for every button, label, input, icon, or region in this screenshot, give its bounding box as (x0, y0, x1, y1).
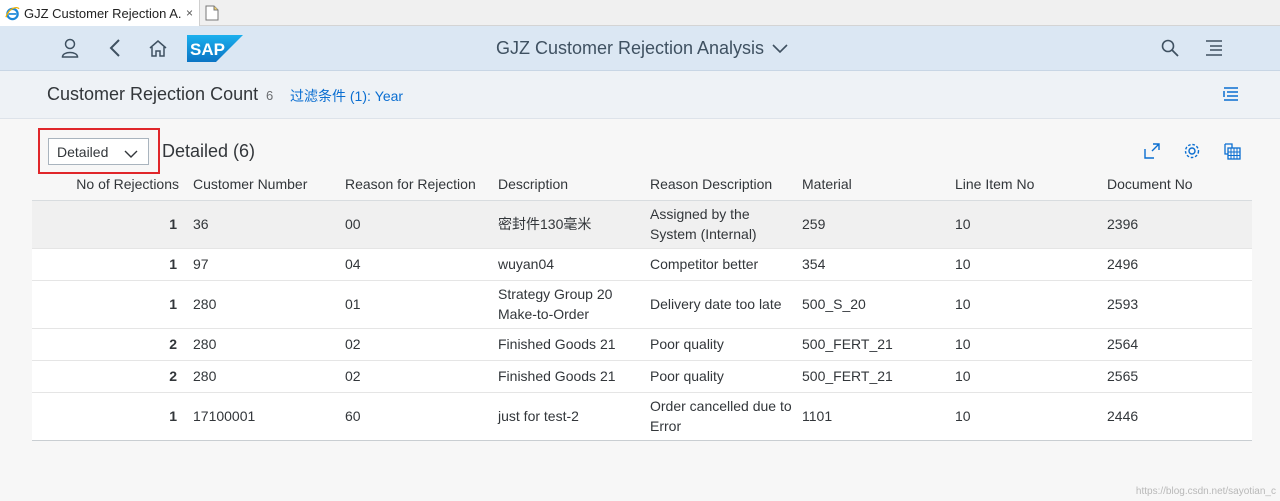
column-header[interactable]: Reason for Rejection (337, 168, 490, 201)
cell-customer-number: 280 (185, 328, 337, 361)
result-count: 6 (266, 88, 274, 103)
table-row[interactable]: 1 17100001 60 just for test-2 Order canc… (32, 392, 1252, 441)
chevron-down-icon (772, 38, 788, 59)
browser-tab-title: GJZ Customer Rejection A... (24, 5, 182, 21)
user-icon[interactable] (56, 34, 84, 62)
cell-document-no: 2396 (1099, 200, 1252, 249)
cell-line-item-no: 10 (947, 328, 1099, 361)
cell-line-item-no: 10 (947, 360, 1099, 393)
column-header[interactable]: Description (490, 168, 642, 201)
column-header[interactable]: Material (794, 168, 947, 201)
cell-reason-description: Poor quality (642, 328, 794, 361)
cell-document-no: 2446 (1099, 392, 1252, 441)
cell-document-no: 2496 (1099, 248, 1252, 281)
cell-reason-for-rejection: 01 (337, 280, 490, 329)
shell-header: SAP GJZ Customer Rejection Analysis (0, 26, 1280, 71)
watermark: https://blog.csdn.net/sayotian_c (1135, 486, 1276, 497)
cell-no-of-rejections: 1 (32, 280, 185, 329)
table-row[interactable]: 1 280 01 Strategy Group 20 Make-to-Order… (32, 280, 1252, 329)
view-variant-value: Detailed (57, 143, 109, 160)
page-subheader: Customer Rejection Count 6 过滤条件 (1): Yea… (0, 71, 1280, 119)
cell-description: Finished Goods 21 (490, 328, 642, 361)
cell-description: Strategy Group 20 Make-to-Order (490, 280, 642, 329)
cell-customer-number: 97 (185, 248, 337, 281)
view-variant-select[interactable]: Detailed (48, 138, 149, 165)
ie-icon (4, 5, 20, 21)
app-title: GJZ Customer Rejection Analysis (495, 38, 765, 58)
cell-reason-description: Assigned by the System (Internal) (642, 200, 794, 249)
cell-material: 1101 (794, 392, 947, 441)
column-header[interactable]: No of Rejections (32, 168, 185, 201)
cell-reason-description: Poor quality (642, 360, 794, 393)
cell-description: just for test-2 (490, 392, 642, 441)
browser-tab-strip: GJZ Customer Rejection A... × (0, 0, 1280, 26)
cell-document-no: 2565 (1099, 360, 1252, 393)
cell-material: 354 (794, 248, 947, 281)
notifications-menu-icon[interactable] (1200, 34, 1228, 62)
filter-summary-link[interactable]: 过滤条件 (1): Year (290, 86, 403, 106)
cell-customer-number: 36 (185, 200, 337, 249)
cell-no-of-rejections: 1 (32, 200, 185, 249)
rejection-table: No of Rejections Customer Number Reason … (32, 168, 1252, 441)
filter-bar-toggle-icon[interactable] (1222, 85, 1244, 107)
home-icon[interactable] (144, 34, 172, 62)
cell-reason-description: Competitor better (642, 248, 794, 281)
close-tab-icon[interactable]: × (186, 6, 193, 20)
cell-reason-for-rejection: 02 (337, 328, 490, 361)
cell-line-item-no: 10 (947, 280, 1099, 329)
cell-no-of-rejections: 1 (32, 392, 185, 441)
table-row[interactable]: 2 280 02 Finished Goods 21 Poor quality … (32, 328, 1252, 361)
svg-text:SAP: SAP (190, 40, 225, 59)
new-tab-icon[interactable] (202, 2, 222, 24)
cell-description: Finished Goods 21 (490, 360, 642, 393)
page-title: Customer Rejection Count (47, 84, 259, 104)
cell-no-of-rejections: 2 (32, 360, 185, 393)
table-header-row: No of Rejections Customer Number Reason … (32, 168, 1252, 201)
cell-description: wuyan04 (490, 248, 642, 281)
cell-material: 259 (794, 200, 947, 249)
sap-logo[interactable]: SAP (187, 35, 243, 62)
browser-tab[interactable]: GJZ Customer Rejection A... × (0, 0, 200, 26)
back-icon[interactable] (101, 34, 129, 62)
cell-material: 500_FERT_21 (794, 360, 947, 393)
cell-reason-description: Delivery date too late (642, 280, 794, 329)
cell-document-no: 2564 (1099, 328, 1252, 361)
cell-customer-number: 280 (185, 360, 337, 393)
cell-material: 500_S_20 (794, 280, 947, 329)
app-title-menu[interactable]: GJZ Customer Rejection Analysis (496, 38, 788, 59)
cell-description: 密封件130毫米 (490, 200, 642, 249)
report-content: Detailed Detailed (6) No of Rejections C… (32, 128, 1252, 443)
table-row[interactable]: 1 36 00 密封件130毫米 Assigned by the System … (32, 200, 1252, 249)
search-icon[interactable] (1156, 34, 1184, 62)
fullscreen-icon[interactable] (1141, 140, 1163, 162)
cell-line-item-no: 10 (947, 200, 1099, 249)
cell-material: 500_FERT_21 (794, 328, 947, 361)
cell-reason-for-rejection: 60 (337, 392, 490, 441)
column-header[interactable]: Line Item No (947, 168, 1099, 201)
column-header[interactable]: Document No (1099, 168, 1252, 201)
cell-line-item-no: 10 (947, 392, 1099, 441)
column-header[interactable]: Reason Description (642, 168, 794, 201)
cell-customer-number: 280 (185, 280, 337, 329)
chevron-down-icon (124, 146, 138, 162)
table-title: Detailed (6) (162, 141, 256, 161)
cell-line-item-no: 10 (947, 248, 1099, 281)
cell-customer-number: 17100001 (185, 392, 337, 441)
cell-reason-for-rejection: 00 (337, 200, 490, 249)
cell-no-of-rejections: 2 (32, 328, 185, 361)
cell-reason-for-rejection: 02 (337, 360, 490, 393)
column-header[interactable]: Customer Number (185, 168, 337, 201)
cell-no-of-rejections: 1 (32, 248, 185, 281)
export-icon[interactable] (1221, 140, 1243, 162)
cell-reason-for-rejection: 04 (337, 248, 490, 281)
settings-gear-icon[interactable] (1181, 140, 1203, 162)
cell-reason-description: Order cancelled due to Error (642, 392, 794, 441)
cell-document-no: 2593 (1099, 280, 1252, 329)
table-row[interactable]: 2 280 02 Finished Goods 21 Poor quality … (32, 360, 1252, 393)
table-row[interactable]: 1 97 04 wuyan04 Competitor better 354 10… (32, 248, 1252, 281)
